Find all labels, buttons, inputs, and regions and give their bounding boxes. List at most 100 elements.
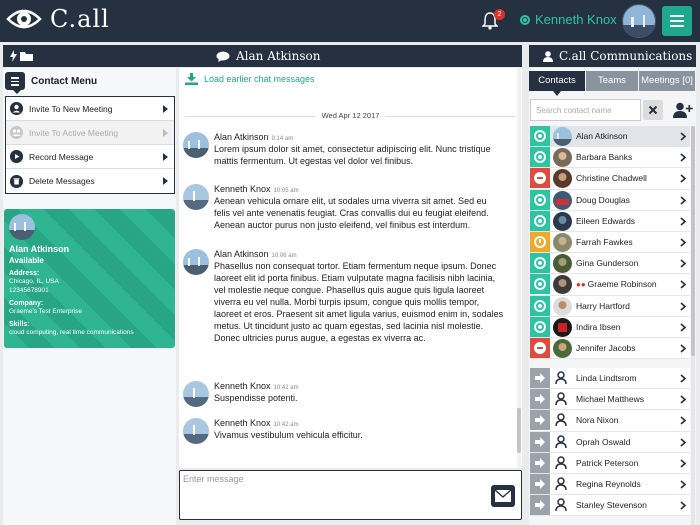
person-outline-icon: [555, 434, 567, 448]
contact-row[interactable]: Farrah Fawkes: [530, 231, 690, 254]
contact-row[interactable]: Jennifer Jacobs: [530, 337, 690, 360]
top-bar: C.all 2 Kenneth Knox: [0, 0, 700, 42]
chevron-right-icon: [680, 438, 686, 447]
contact-avatar: [553, 317, 572, 337]
contact-status: Available: [9, 256, 44, 265]
avatar-image: [553, 148, 572, 168]
status-busy-icon: [530, 337, 550, 358]
chevron-right-icon: [680, 259, 686, 268]
status-available-icon: [530, 316, 550, 337]
sign-out-icon: [535, 479, 545, 489]
contact-row-offline[interactable]: Patrick Peterson: [530, 452, 690, 474]
contact-name: Doug Douglas: [576, 194, 630, 205]
avatar-image: [553, 317, 572, 337]
status-offline-icon: [530, 389, 550, 410]
contact-row-offline[interactable]: Linda Lindtsrom: [530, 368, 690, 390]
contact-avatar: [553, 190, 572, 210]
chevron-right-icon: [680, 395, 686, 404]
menu-item-delete-messages[interactable]: Delete Messages: [6, 169, 174, 193]
send-button[interactable]: [491, 485, 515, 507]
right-tabs: Contacts Teams Meetings [0]: [529, 71, 696, 96]
sign-out-icon: [535, 415, 545, 426]
contact-list-scrollbar-thumb[interactable]: [691, 126, 695, 356]
main-menu-button[interactable]: [662, 6, 692, 36]
message-text: Aenean vehicula ornare elit, ut sodales …: [214, 196, 489, 230]
chevron-right-icon: [680, 301, 686, 311]
contact-row-offline[interactable]: Michael Matthews: [530, 389, 690, 411]
contact-row-offline[interactable]: Regina Reynolds: [530, 474, 690, 496]
menu-item-invite-new-meeting[interactable]: Invite To New Meeting: [6, 97, 174, 121]
contact-list-scrollbar[interactable]: [691, 126, 695, 525]
add-user-icon[interactable]: [673, 102, 693, 118]
message-time: 9:14 am: [271, 136, 294, 142]
contact-name: Farrah Fawkes: [576, 236, 633, 247]
chat-scrollbar-thumb[interactable]: [517, 408, 521, 453]
user-avatar[interactable]: [622, 4, 656, 38]
status-offline-icon: [530, 474, 550, 494]
contact-row[interactable]: Christine Chadwell: [530, 168, 690, 190]
message-text: Vivamus vestibulum vehicula efficitur.: [214, 430, 363, 440]
contact-row[interactable]: Barbara Banks: [530, 147, 690, 169]
contact-row-offline[interactable]: Oprah Oswald: [530, 431, 690, 453]
communications-title-text: C.all Communications: [559, 49, 693, 63]
message-composer: [179, 470, 522, 520]
communications-header: C.all Communications: [529, 45, 696, 67]
contact-name: Eileen Edwards: [576, 215, 636, 226]
contact-info-card: Alan Atkinson Available Address: Chicago…: [4, 209, 175, 348]
contact-row-offline[interactable]: Stanley Stevenson: [530, 495, 690, 517]
contact-row[interactable]: Doug Douglas: [530, 189, 690, 211]
contact-search-row: [530, 99, 695, 121]
chat-panel: Load earlier chat messages Wed Apr 12 20…: [179, 68, 522, 468]
message-text: Lorem ipsum dolor sit amet, consectetur …: [214, 144, 491, 166]
contact-row[interactable]: Alan Atkinson: [530, 126, 690, 148]
contact-row[interactable]: Eileen Edwards: [530, 210, 690, 232]
avatar-image: [183, 184, 209, 210]
message-avatar: [183, 418, 209, 444]
company-label: Company:: [9, 300, 44, 307]
menu-item-record-message[interactable]: Record Message: [6, 145, 174, 169]
chat-title-text: Alan Atkinson: [236, 49, 321, 63]
contact-row[interactable]: Harry Hartford: [530, 295, 690, 317]
company-value: Graeme's Test Enterprise: [9, 308, 83, 315]
user-status-icon: [520, 15, 530, 25]
contact-menu-header[interactable]: Contact Menu: [5, 72, 97, 90]
tab-contacts[interactable]: Contacts: [529, 71, 586, 96]
user-name[interactable]: Kenneth Knox: [535, 12, 617, 27]
contact-search-input[interactable]: [530, 99, 641, 121]
download-icon: [185, 73, 198, 85]
status-available-icon: [530, 189, 550, 210]
chat-title: Alan Atkinson: [216, 49, 320, 63]
message-author: Kenneth Knox: [214, 184, 271, 194]
message-time: 10:42 am: [273, 385, 299, 391]
avatar-image: [553, 211, 572, 231]
contact-name-text: Graeme Robinson: [587, 279, 657, 290]
message-input[interactable]: [183, 474, 483, 514]
avatar-image: [623, 5, 655, 37]
contact-avatar: [553, 148, 572, 168]
load-earlier-link[interactable]: Load earlier chat messages: [185, 73, 315, 85]
contact-name: ●● Graeme Robinson: [576, 279, 657, 289]
chevron-right-icon: [680, 195, 686, 205]
avatar-image: [183, 381, 209, 407]
contact-row-offline[interactable]: Nora Nixon: [530, 410, 690, 432]
chat-scrollbar[interactable]: [517, 68, 521, 468]
menu-item-label: Record Message: [29, 151, 94, 162]
tab-meetings[interactable]: Meetings [0]: [639, 71, 696, 91]
clear-search-button[interactable]: [643, 100, 663, 120]
message-avatar: [183, 381, 209, 407]
date-separator: Wed Apr 12 2017: [185, 111, 516, 121]
contact-row[interactable]: Indira Ibsen: [530, 316, 690, 338]
status-offline-icon: [530, 410, 550, 431]
message-author: Kenneth Knox: [214, 381, 271, 391]
message-time: 10:05 am: [273, 188, 299, 194]
person-outline-icon: [555, 456, 567, 469]
quick-actions-icon[interactable]: [9, 50, 35, 62]
tab-teams[interactable]: Teams: [586, 71, 639, 91]
skills-value: cloud computing, real time communication…: [9, 329, 134, 336]
contact-menu-toggle[interactable]: [5, 72, 25, 90]
date-separator-text: Wed Apr 12 2017: [315, 111, 386, 120]
contact-row[interactable]: ●● Graeme Robinson: [530, 274, 690, 296]
chevron-right-icon: [680, 459, 686, 468]
contact-row[interactable]: Gina Gunderson: [530, 253, 690, 275]
list-divider: [530, 359, 690, 368]
